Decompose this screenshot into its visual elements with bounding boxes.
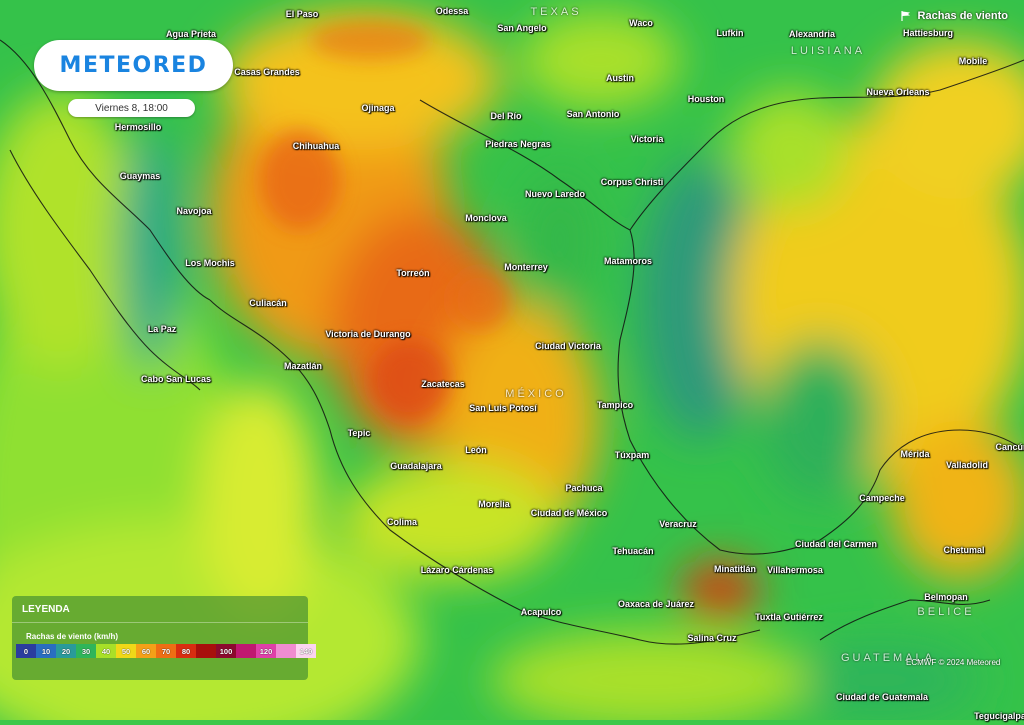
city-label[interactable]: Valladolid	[946, 460, 988, 470]
city-label[interactable]: Chetumal	[943, 545, 984, 555]
legend-swatch: 120	[256, 644, 276, 658]
city-label[interactable]: La Paz	[148, 324, 177, 334]
city-label[interactable]: Nuevo Laredo	[525, 189, 585, 199]
city-label[interactable]: Villahermosa	[767, 565, 823, 575]
legend-swatch: 140	[296, 644, 316, 658]
legend-swatch	[196, 644, 216, 658]
region-label: TEXAS	[530, 6, 582, 18]
legend-swatch: 20	[56, 644, 76, 658]
city-label[interactable]: Túxpam	[615, 450, 650, 460]
legend-swatch	[276, 644, 296, 658]
city-label[interactable]: Morelia	[478, 499, 510, 509]
city-label[interactable]: Zacatecas	[421, 379, 465, 389]
city-label[interactable]: Salina Cruz	[687, 633, 736, 643]
city-label[interactable]: Navojoa	[176, 206, 211, 216]
layer-label: Rachas de viento	[917, 10, 1008, 22]
legend-swatch: 30	[76, 644, 96, 658]
city-label[interactable]: Lázaro Cárdenas	[421, 565, 494, 575]
city-label[interactable]: Lufkin	[717, 28, 744, 38]
city-label[interactable]: Casas Grandes	[234, 67, 300, 77]
city-label[interactable]: Ojinaga	[361, 103, 394, 113]
city-label[interactable]: Mobile	[959, 56, 988, 66]
city-label[interactable]: Del Río	[490, 111, 521, 121]
city-label[interactable]: Victoria de Durango	[325, 329, 410, 339]
city-label[interactable]: Torreón	[396, 268, 429, 278]
city-label[interactable]: Campeche	[859, 493, 905, 503]
city-label[interactable]: Cancún	[995, 442, 1024, 452]
city-label[interactable]: San Antonio	[567, 109, 620, 119]
city-label[interactable]: Tampico	[597, 400, 633, 410]
legend-units: Rachas de viento (km/h)	[26, 632, 119, 641]
city-label[interactable]: San Luis Potosí	[469, 403, 537, 413]
legend-divider	[12, 622, 308, 623]
data-credit: ECMWF © 2024 Meteored	[906, 658, 1001, 667]
city-label[interactable]: Ciudad de México	[531, 508, 608, 518]
city-label[interactable]: El Paso	[286, 9, 319, 19]
region-label: MÉXICO	[505, 388, 567, 400]
city-label[interactable]: Veracruz	[659, 519, 697, 529]
legend-color-scale: 0 10 20 30 40 50 60 70 80 100 120 140	[16, 644, 316, 658]
legend-swatch: 40	[96, 644, 116, 658]
city-label[interactable]: Waco	[629, 18, 653, 28]
city-label[interactable]: Piedras Negras	[485, 139, 551, 149]
city-label[interactable]: Los Mochis	[185, 258, 235, 268]
city-label[interactable]: Alexandria	[789, 29, 835, 39]
city-label[interactable]: Odessa	[436, 6, 469, 16]
legend-swatch: 100	[216, 644, 236, 658]
city-label[interactable]: Acapulco	[521, 607, 562, 617]
legend-swatch: 80	[176, 644, 196, 658]
city-label[interactable]: Tepic	[348, 428, 371, 438]
city-label[interactable]: Minatitlán	[714, 564, 756, 574]
logo-text: METEORED	[59, 53, 208, 78]
city-label[interactable]: Agua Prieta	[166, 29, 216, 39]
city-label[interactable]: Pachuca	[565, 483, 602, 493]
city-label[interactable]: Belmopan	[924, 592, 968, 602]
flag-icon	[900, 11, 910, 21]
city-label[interactable]: Chihuahua	[293, 141, 340, 151]
region-label: LUISIANA	[790, 45, 866, 57]
city-label[interactable]: Tehuacán	[612, 546, 653, 556]
city-label[interactable]: Tuxtla Gutiérrez	[755, 612, 823, 622]
legend-swatch: 50	[116, 644, 136, 658]
city-label[interactable]: Monterrey	[504, 262, 548, 272]
region-label: BELICE	[917, 606, 975, 618]
city-label[interactable]: Monclova	[465, 213, 507, 223]
city-label[interactable]: Culiacán	[249, 298, 287, 308]
legend-swatch: 60	[136, 644, 156, 658]
city-label[interactable]: Houston	[688, 94, 725, 104]
city-label[interactable]: Hattiesburg	[903, 28, 953, 38]
city-label[interactable]: Corpus Christi	[601, 177, 664, 187]
legend-swatch	[236, 644, 256, 658]
legend-panel: LEYENDA Rachas de viento (km/h) 0 10 20 30 4…	[12, 596, 316, 680]
city-label[interactable]: Ciudad Victoria	[535, 341, 601, 351]
city-label[interactable]: Nueva Orleans	[866, 87, 929, 97]
city-label[interactable]: Victoria	[631, 134, 664, 144]
legend-title: LEYENDA	[22, 604, 70, 615]
legend-swatch: 0	[16, 644, 36, 658]
city-label[interactable]: Guadalajara	[390, 461, 442, 471]
legend-swatch: 70	[156, 644, 176, 658]
city-label[interactable]: Hermosillo	[115, 122, 162, 132]
city-label[interactable]: Matamoros	[604, 256, 652, 266]
meteored-logo[interactable]: METEORED	[34, 40, 233, 91]
city-label[interactable]: Guaymas	[120, 171, 161, 181]
city-label[interactable]: Colima	[387, 517, 417, 527]
city-label[interactable]: Oaxaca de Juárez	[618, 599, 694, 609]
legend-swatch: 10	[36, 644, 56, 658]
city-label[interactable]: León	[465, 445, 487, 455]
city-label[interactable]: Ciudad de Guatemala	[836, 692, 928, 702]
city-label[interactable]: Ciudad del Carmen	[795, 539, 877, 549]
city-label[interactable]: Mazatlán	[284, 361, 322, 371]
city-label[interactable]: San Angelo	[497, 23, 546, 33]
city-label[interactable]: Cabo San Lucas	[141, 374, 211, 384]
layer-selector[interactable]: Rachas de viento	[900, 6, 1008, 26]
city-label[interactable]: Mérida	[900, 449, 929, 459]
city-label[interactable]: Austin	[606, 73, 634, 83]
forecast-datetime[interactable]: Viernes 8, 18:00	[68, 99, 195, 117]
